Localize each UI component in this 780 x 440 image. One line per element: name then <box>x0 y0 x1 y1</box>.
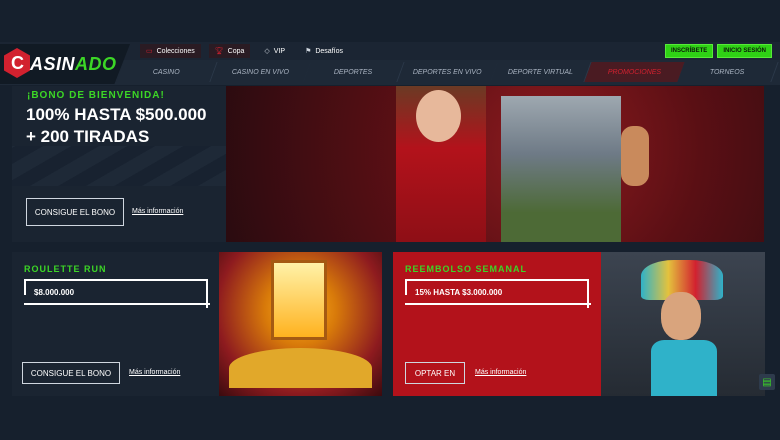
logo-text-part1: ASIN <box>30 54 76 74</box>
hero-kicker: ¡BONO DE BIENVENIDA! <box>27 90 165 101</box>
logo-text: ASINADO <box>30 54 117 75</box>
weekly-cashback-card: REEMBOLSO SEMANAL 15% HASTA $3.000.000 O… <box>393 252 765 396</box>
logo-letter: C <box>11 53 24 73</box>
card1-frame-line <box>24 303 210 305</box>
card2-title: REEMBOLSO SEMANAL <box>405 264 528 274</box>
card2-face <box>661 292 701 340</box>
card1-coins <box>229 348 372 388</box>
subnav-challenges[interactable]: ⚑ Desafíos <box>299 44 349 58</box>
hero-woman-head <box>416 90 461 142</box>
logo-text-part2: ADO <box>75 54 117 74</box>
card2-image <box>601 252 765 396</box>
subnav-vip[interactable]: ◇ VIP <box>258 44 291 58</box>
subnav-copa[interactable]: 🏆︎ Copa <box>208 44 251 58</box>
tab-sports-label: DEPORTES <box>334 68 373 76</box>
tab-virtual-sports-label: DEPORTE VIRTUAL <box>508 68 574 76</box>
chat-icon[interactable]: ▤ <box>759 374 775 390</box>
tab-live-sports-label: DEPORTES EN VIVO <box>412 68 482 76</box>
subnav-copa-label: Copa <box>227 47 245 55</box>
hero-more-info-link[interactable]: Más información <box>132 208 183 215</box>
logo-mark: C <box>4 48 30 78</box>
tab-tournaments-label: TORNEOS <box>710 68 746 76</box>
hero-title-line2: + 200 TIRADAS <box>26 127 150 146</box>
card1-title: ROULETTE RUN <box>24 264 107 274</box>
card1-image <box>219 252 382 396</box>
tab-live-sports[interactable]: DEPORTES EN VIVO <box>397 62 498 82</box>
card1-claim-button[interactable]: CONSIGUE EL BONO <box>22 362 120 384</box>
logo[interactable]: C ASINADO <box>0 44 130 84</box>
tab-promotions-label: PROMOCIONES <box>607 68 661 76</box>
flag-icon: ⚑ <box>305 48 312 55</box>
tab-promotions[interactable]: PROMOCIONES <box>584 62 686 82</box>
trophy-icon: 🏆︎ <box>214 48 224 55</box>
tab-sports[interactable]: DEPORTES <box>303 62 405 82</box>
card1-door <box>271 260 327 340</box>
card2-amount: 15% HASTA $3.000.000 <box>415 288 503 297</box>
subnav-collections[interactable]: ▭ Colecciones <box>140 44 201 58</box>
auth-buttons: INSCRÍBETE INICIO SESIÓN <box>664 44 772 58</box>
subnav-challenges-label: Desafíos <box>315 47 343 55</box>
register-button[interactable]: INSCRÍBETE <box>664 44 714 58</box>
card1-more-info-link[interactable]: Más información <box>129 369 180 376</box>
tab-casino-label: CASINO <box>152 68 180 76</box>
card2-body <box>651 340 717 396</box>
card2-more-info-link[interactable]: Más información <box>475 369 526 376</box>
tab-live-casino[interactable]: CASINO EN VIVO <box>209 62 311 82</box>
diamond-icon: ◇ <box>264 48 270 55</box>
login-button[interactable]: INICIO SESIÓN <box>717 44 772 58</box>
hero-title-line1: 100% HASTA $500.000 <box>26 105 207 124</box>
tab-casino[interactable]: CASINO <box>116 62 218 82</box>
hero-decoration <box>12 146 226 186</box>
hero-image <box>226 86 764 242</box>
hero-knight-figure <box>501 96 621 242</box>
tab-live-casino-label: CASINO EN VIVO <box>231 68 289 76</box>
subnav-vip-label: VIP <box>273 47 286 55</box>
hero-thumbs-up <box>621 126 649 186</box>
roulette-run-card: ROULETTE RUN $8.000.000 CONSIGUE EL BONO… <box>12 252 382 396</box>
hero-claim-button[interactable]: CONSIGUE EL BONO <box>26 198 124 226</box>
card2-frame-line <box>405 303 591 305</box>
subnav-collections-label: Colecciones <box>156 47 195 55</box>
welcome-bonus-banner: ¡BONO DE BIENVENIDA! 100% HASTA $500.000… <box>12 86 764 242</box>
card1-amount: $8.000.000 <box>34 288 75 297</box>
tab-tournaments[interactable]: TORNEOS <box>677 62 779 82</box>
tab-virtual-sports[interactable]: DEPORTE VIRTUAL <box>490 62 592 82</box>
hero-title: 100% HASTA $500.000 + 200 TIRADAS <box>26 104 226 148</box>
secondary-nav: ▭ Colecciones 🏆︎ Copa ◇ VIP ⚑ Desafíos <box>140 43 349 59</box>
page: C ASINADO ▭ Colecciones 🏆︎ Copa ◇ VIP ⚑ … <box>0 0 780 440</box>
collections-icon: ▭ <box>146 48 153 55</box>
main-nav: CASINO CASINO EN VIVO DEPORTES DEPORTES … <box>116 62 779 82</box>
card2-opt-in-button[interactable]: OPTAR EN <box>405 362 465 384</box>
